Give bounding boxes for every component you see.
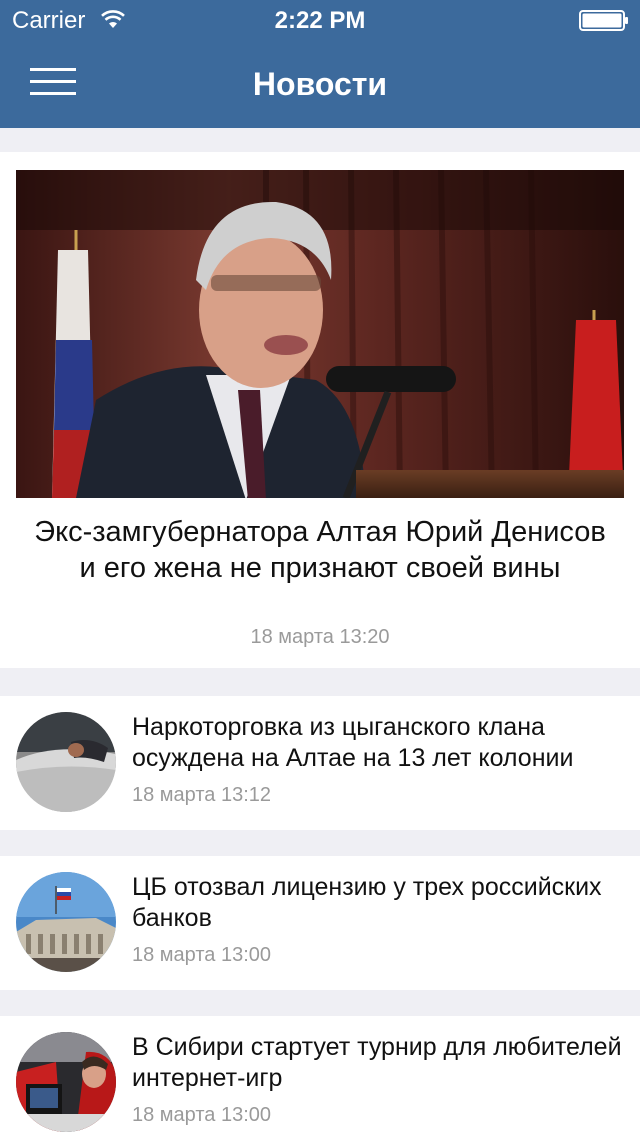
news-title: ЦБ отозвал лицензию у трех российских ба… xyxy=(132,873,602,932)
news-date: 18 марта 13:12 xyxy=(132,784,272,806)
news-thumbnail xyxy=(16,712,116,812)
news-title: В Сибири стартует турнир для любителей и… xyxy=(132,1033,622,1092)
news-list-item[interactable]: ЦБ отозвал лицензию у трех российских ба… xyxy=(0,856,640,990)
battery-icon xyxy=(579,10,628,31)
status-bar: Carrier 2:22 PM xyxy=(0,0,640,40)
featured-news-image xyxy=(16,170,624,498)
featured-news-title[interactable]: Экс-замгубернатора Алтая Юрий Денисов и … xyxy=(24,514,616,586)
news-thumbnail xyxy=(16,1032,116,1132)
news-title: Наркоторговка из цыганского клана осужде… xyxy=(132,713,574,772)
news-feed[interactable]: Экс-замгубернатора Алтая Юрий Денисов и … xyxy=(0,128,640,1136)
news-date: 18 марта 13:00 xyxy=(132,944,272,966)
featured-news-card[interactable]: Экс-замгубернатора Алтая Юрий Денисов и … xyxy=(0,152,640,668)
app-header: Carrier 2:22 PM Новости xyxy=(0,0,640,128)
news-list-item[interactable]: Наркоторговка из цыганского клана осужде… xyxy=(0,696,640,830)
news-thumbnail xyxy=(16,872,116,972)
featured-news-date: 18 марта 13:20 xyxy=(250,626,390,648)
news-list-item[interactable]: В Сибири стартует турнир для любителей и… xyxy=(0,1016,640,1136)
nav-bar: Новости xyxy=(0,40,640,128)
news-date: 18 марта 13:00 xyxy=(132,1104,272,1126)
page-title: Новости xyxy=(252,66,388,102)
status-time: 2:22 PM xyxy=(274,7,366,34)
